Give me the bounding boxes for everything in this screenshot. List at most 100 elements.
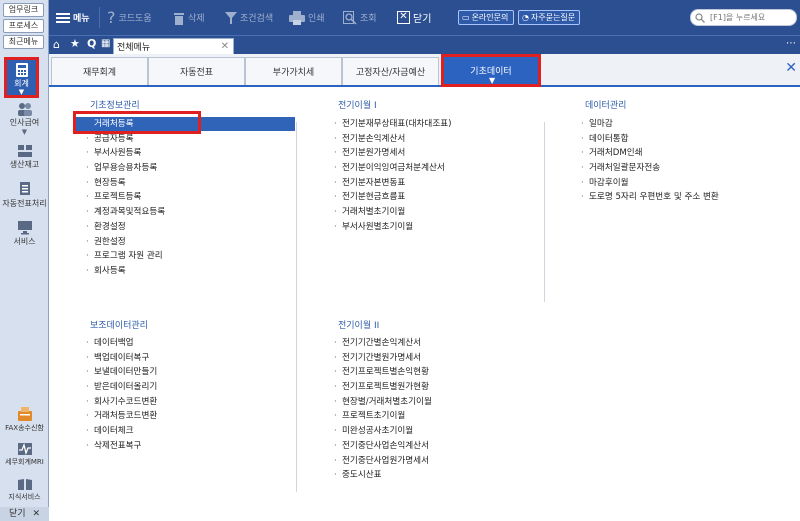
process-button[interactable]: 프로세스 xyxy=(3,19,44,33)
tab-fixed-assets-budget[interactable]: 고정자산/자금예산 xyxy=(342,57,439,85)
printer-icon xyxy=(289,10,305,25)
list-item[interactable]: · 전기분원가명세서 xyxy=(334,146,452,161)
list-item[interactable]: · 프로그램 자원 관리 xyxy=(86,249,165,264)
list-item[interactable]: · 전기중단사업원가명세서 xyxy=(334,454,432,469)
menu-button[interactable]: 메뉴 xyxy=(56,0,90,35)
tab-financial-accounting[interactable]: 재무회계 xyxy=(51,57,148,85)
list-item[interactable]: · 거래처일괄문자전송 xyxy=(581,161,719,176)
list-item[interactable]: · 마감후이월 xyxy=(581,176,719,191)
top-toolbar: 메뉴 ? 코드도움 삭제 조건검색 인쇄 조회 ✕ 닫기 ▭ 온라인문의 ◔ 자… xyxy=(49,0,800,35)
list-item[interactable]: · 거래처등코드변환 xyxy=(86,409,157,424)
list-item[interactable]: · 받은데이터올리기 xyxy=(86,380,157,395)
list-item[interactable]: · 삭제전표복구 xyxy=(86,439,157,454)
calendar-icon[interactable]: ▦ xyxy=(101,38,110,49)
more-icon[interactable]: ⋯ xyxy=(786,38,796,49)
people-icon xyxy=(17,103,32,116)
tab-vat[interactable]: 부가가치세 xyxy=(245,57,342,85)
code-help-button[interactable]: ? 코드도움 xyxy=(107,0,152,35)
list-item[interactable]: · 회사기수코드변환 xyxy=(86,395,157,410)
global-search-box[interactable] xyxy=(690,9,797,26)
list-item[interactable]: · 전기기간별손익계산서 xyxy=(334,336,432,351)
filter-search-button[interactable]: 조건검색 xyxy=(225,0,273,35)
trash-icon xyxy=(174,12,184,25)
search-icon[interactable]: Q xyxy=(87,37,96,50)
hamburger-icon xyxy=(56,12,70,23)
sidebar-item-hr-payroll[interactable]: 인사급여 ▼ xyxy=(0,102,49,136)
close-window-button[interactable]: ✕ 닫기 xyxy=(397,0,431,35)
monitor-chat-icon: ▭ xyxy=(462,13,470,22)
tab-auto-voucher[interactable]: 자동전표 xyxy=(148,57,245,85)
list-item[interactable]: · 미완성공사초기이월 xyxy=(334,424,432,439)
work-link-button[interactable]: 업무링크 xyxy=(3,3,44,17)
list-item[interactable]: · 전기프로젝트별손익현황 xyxy=(334,365,432,380)
list-item[interactable]: · 데이터통합 xyxy=(581,132,719,147)
sidebar-item-tax-mri[interactable]: 세무회계MRI xyxy=(0,442,49,467)
list-item[interactable]: · 전기분자본변동표 xyxy=(334,176,452,191)
list-item[interactable]: · 거래처별초기이월 xyxy=(334,205,452,220)
list-item[interactable]: · 거래처DM인쇄 xyxy=(581,146,719,161)
print-button[interactable]: 인쇄 xyxy=(289,0,325,35)
sidebar-item-auto-voucher[interactable]: 자동전표처리 xyxy=(0,181,49,209)
sidebar-item-label: 지식서비스 xyxy=(8,493,41,501)
filter-search-label: 조건검색 xyxy=(240,14,274,24)
fax-icon xyxy=(17,407,32,421)
list-item[interactable]: · 프로젝트초기이월 xyxy=(334,409,432,424)
faq-button[interactable]: ◔ 자주묻는질문 xyxy=(518,10,580,25)
column-divider xyxy=(296,122,297,492)
list-item[interactable]: · 업무용승용차등록 xyxy=(86,161,165,176)
chevron-down-icon: ▼ xyxy=(18,88,25,96)
menu-label: 메뉴 xyxy=(73,14,90,24)
sidebar-item-production[interactable]: 생산재고 xyxy=(0,144,49,170)
list-item[interactable]: · 계정과목및적요등록 xyxy=(86,205,165,220)
sidebar-item-label: FAX송수신함 xyxy=(5,424,44,432)
list-item[interactable]: · 데이터체크 xyxy=(86,424,157,439)
list-item[interactable]: · 도로명 5자리 우편번호 및 주소 변환 xyxy=(581,190,719,205)
close-icon: ✕ xyxy=(32,509,40,519)
online-inquiry-button[interactable]: ▭ 온라인문의 xyxy=(458,10,514,25)
sidebar-item-service[interactable]: 서비스 xyxy=(0,220,49,247)
sidebar-item-accounting[interactable]: 회계 ▼ xyxy=(4,57,39,98)
list-item[interactable]: · 전기분재무상태표(대차대조표) xyxy=(334,117,452,132)
list-item[interactable]: · 회사등록 xyxy=(86,264,165,279)
tab-all-menu[interactable]: 전체메뉴 ✕ xyxy=(113,38,234,55)
list-item[interactable]: · 보낼데이터만들기 xyxy=(86,365,157,380)
list-carryover-2: · 전기기간별손익계산서 · 전기기간별원가명세서 · 전기프로젝트별손익현황 · 전기… xyxy=(334,336,432,483)
list-item[interactable]: · 일마감 xyxy=(581,117,719,132)
list-item[interactable]: · 부서사원별초기이월 xyxy=(334,220,452,235)
list-item[interactable]: · 중도시산표 xyxy=(334,468,432,483)
list-item[interactable]: · 전기분현금흐름표 xyxy=(334,190,452,205)
list-basic-info: · 거래처등록 · 공급자등록 · 부서사원등록 · 업무용승용차등록 · 현장등록 · 프… xyxy=(86,117,165,279)
boxes-icon xyxy=(17,145,32,157)
sidebar-close-button[interactable]: 닫기 ✕ xyxy=(0,507,49,521)
list-item[interactable]: · 현장별/거래처별초기이월 xyxy=(334,395,432,410)
section-title-carryover-1: 전기이월 I xyxy=(338,101,377,111)
online-inquiry-label: 온라인문의 xyxy=(471,13,509,22)
sidebar-item-label: 자동전표처리 xyxy=(2,199,47,208)
star-icon[interactable]: ★ xyxy=(70,37,80,50)
delete-button[interactable]: 삭제 xyxy=(173,0,205,35)
list-item[interactable]: · 부서사원등록 xyxy=(86,146,165,161)
query-button[interactable]: 조회 xyxy=(343,0,377,35)
close-icon[interactable]: ✕ xyxy=(221,41,229,52)
list-item[interactable]: · 권한설정 xyxy=(86,235,165,250)
list-item[interactable]: · 전기중단사업손익계산서 xyxy=(334,439,432,454)
list-item[interactable]: · 현장등록 xyxy=(86,176,165,191)
list-item[interactable]: · 데이터백업 xyxy=(86,336,157,351)
list-item[interactable]: · 전기분이익잉여금처분계산서 xyxy=(334,161,452,176)
list-item[interactable]: · 프로젝트등록 xyxy=(86,190,165,205)
search-input[interactable] xyxy=(708,12,796,23)
list-item[interactable]: · 전기분손익계산서 xyxy=(334,132,452,147)
close-icon[interactable]: ✕ xyxy=(785,60,797,76)
list-item[interactable]: · 환경설정 xyxy=(86,220,165,235)
sidebar-item-knowledge[interactable]: 지식서비스 xyxy=(0,478,49,502)
print-label: 인쇄 xyxy=(308,14,325,24)
list-item[interactable]: · 전기프로젝트별원가현황 xyxy=(334,380,432,395)
section-title-basic-info: 기초정보관리 xyxy=(90,101,140,111)
tab-basic-data[interactable]: 기초데이터 ▼ xyxy=(441,54,541,87)
recent-menu-button[interactable]: 최근메뉴 xyxy=(3,35,44,49)
filter-icon xyxy=(225,11,237,24)
list-item[interactable]: · 백업데이터복구 xyxy=(86,351,157,366)
sidebar-item-fax[interactable]: FAX송수신함 xyxy=(0,406,49,433)
list-item[interactable]: · 전기기간별원가명세서 xyxy=(334,351,432,366)
home-icon[interactable]: ⌂ xyxy=(53,38,60,51)
